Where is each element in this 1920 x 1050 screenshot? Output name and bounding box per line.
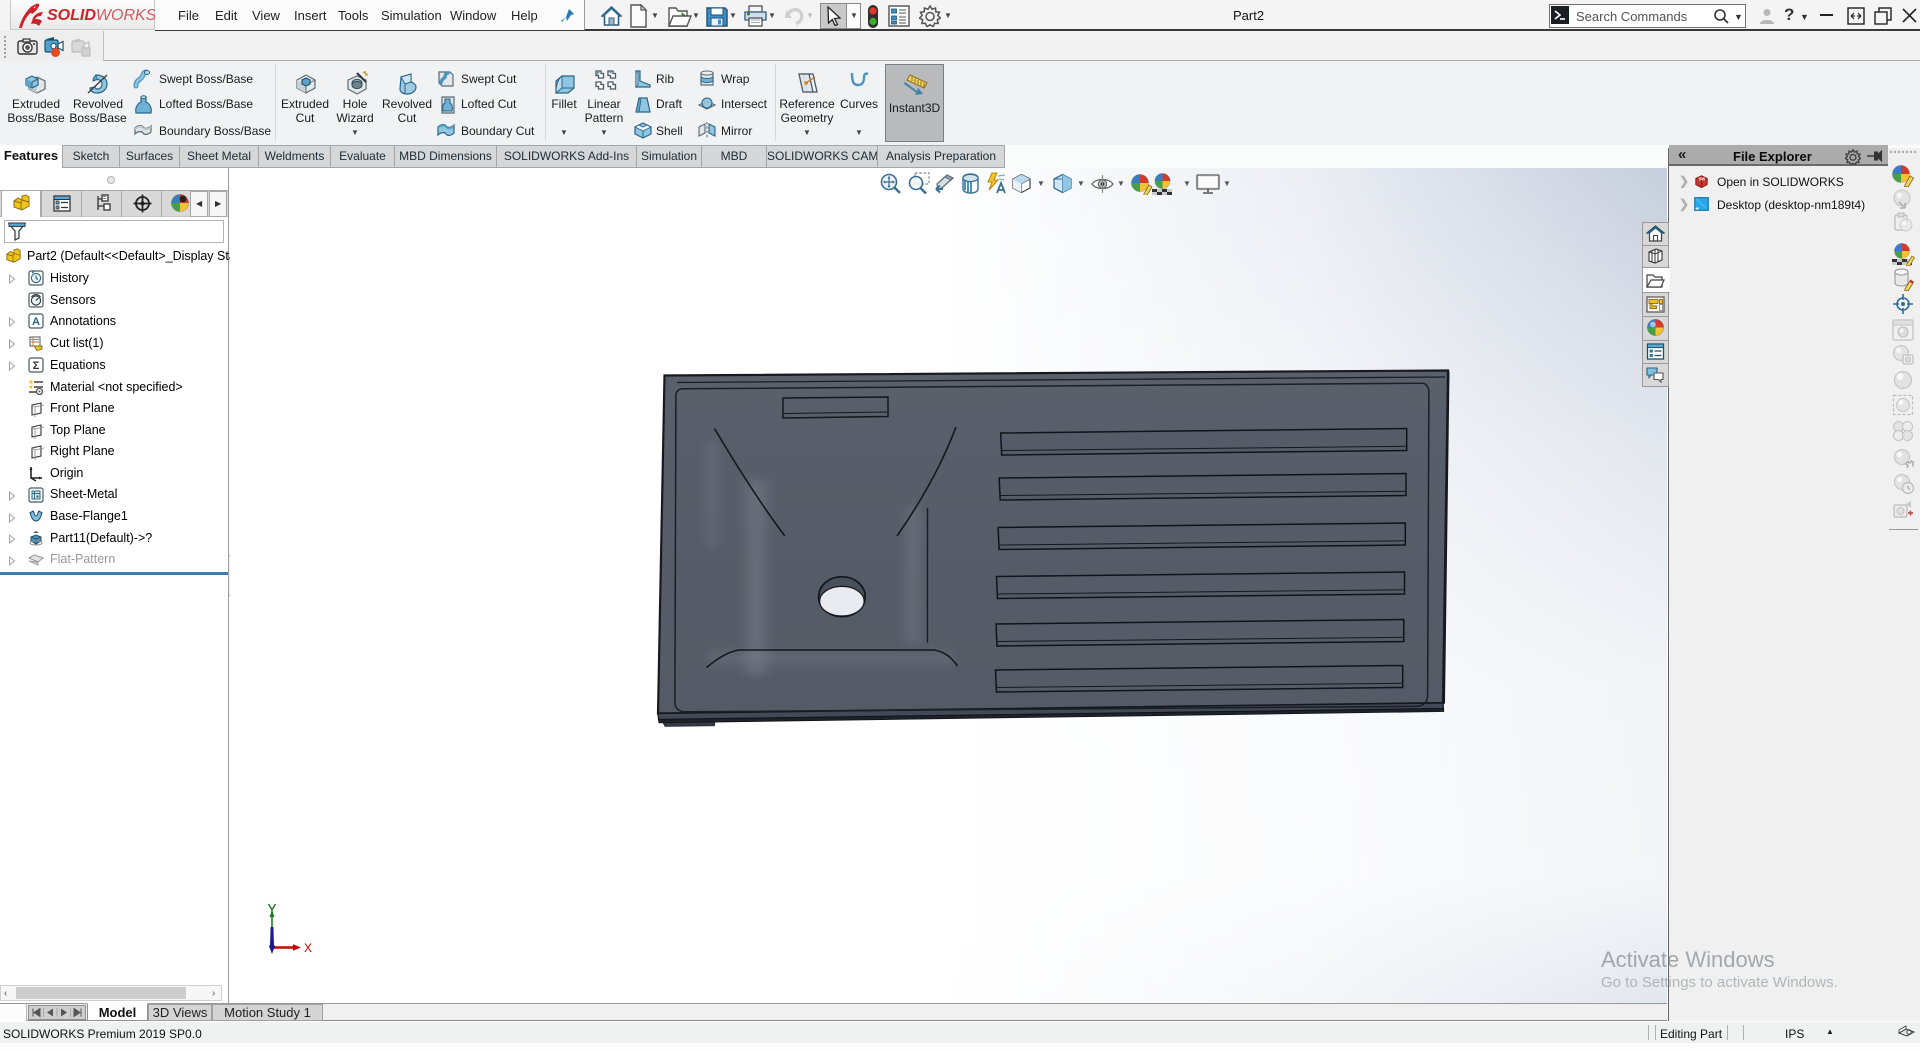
svg-text:A: A xyxy=(32,316,40,328)
svg-text:SW: SW xyxy=(1698,177,1705,182)
svg-text:Σ: Σ xyxy=(33,360,40,372)
svg-text:X: X xyxy=(304,941,312,955)
